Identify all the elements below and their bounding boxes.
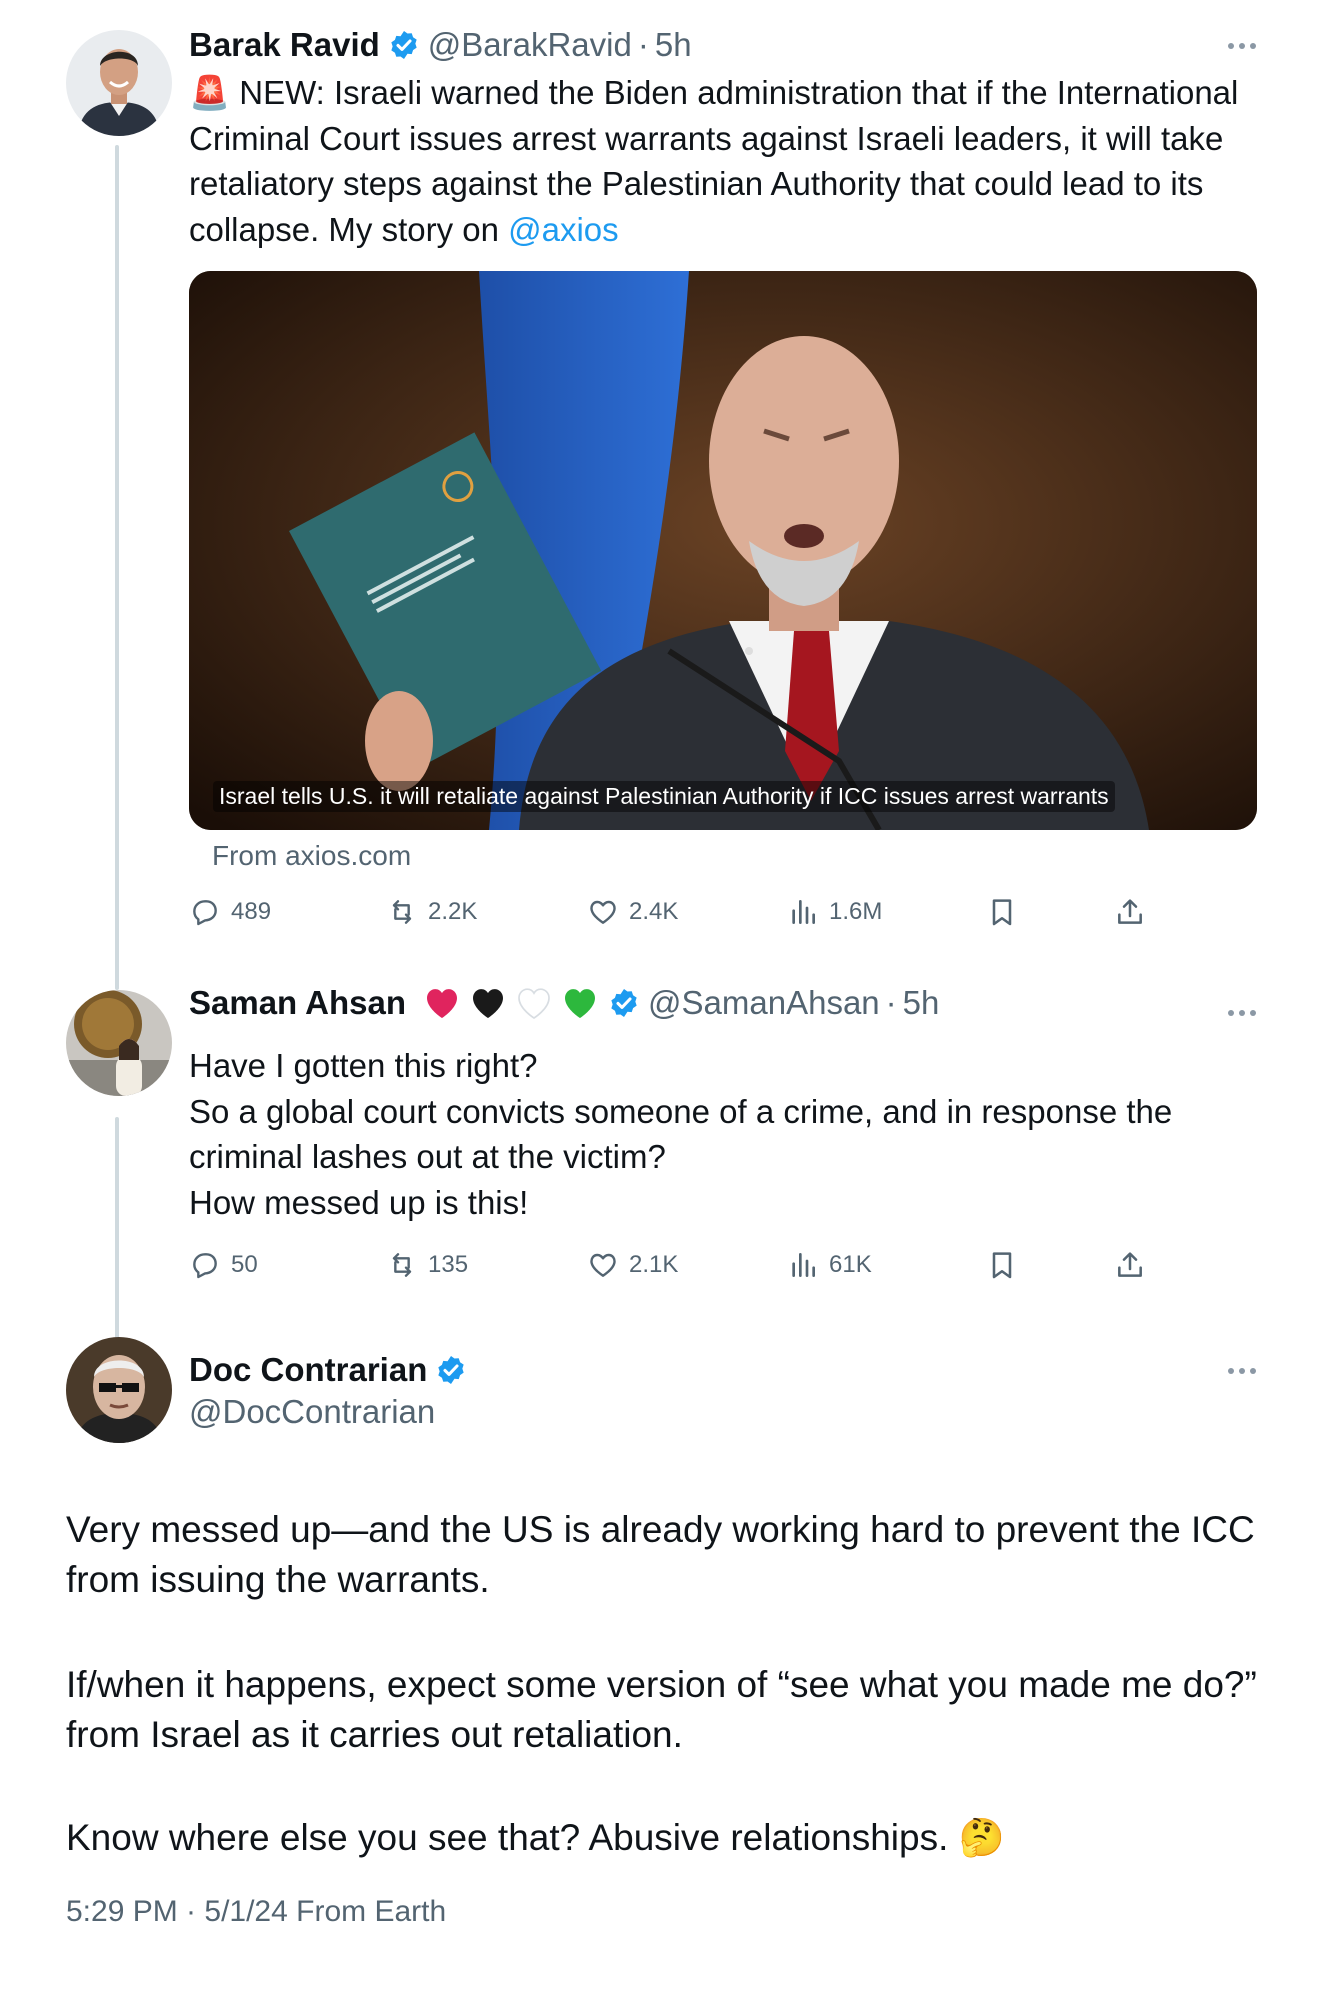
views-button[interactable]: 1.6M: [787, 896, 882, 928]
white-heart-icon: [518, 988, 550, 1019]
black-heart-icon: [473, 989, 504, 1018]
card-source[interactable]: From axios.com: [212, 840, 411, 872]
avatar[interactable]: [66, 1337, 172, 1443]
tweet-text: Have I gotten this right? So a global co…: [189, 1043, 1269, 1225]
share-button[interactable]: [1114, 896, 1146, 928]
author-handle[interactable]: @SamanAhsan: [648, 983, 880, 1023]
bookmark-button[interactable]: [986, 1249, 1018, 1281]
thread-connector: [115, 145, 119, 990]
link-card-image[interactable]: Israel tells U.S. it will retaliate agai…: [189, 271, 1257, 830]
tweet-header: Doc Contrarian: [189, 1350, 475, 1390]
verified-badge-icon: [608, 987, 640, 1019]
mention-link[interactable]: @axios: [508, 211, 619, 248]
tweet-time[interactable]: 5h: [903, 983, 940, 1023]
like-count: 2.1K: [629, 1251, 679, 1278]
tweet-text: 🚨 NEW: Israeli warned the Biden administ…: [189, 70, 1269, 252]
like-button[interactable]: 2.1K: [587, 1249, 678, 1281]
views-icon: [792, 900, 815, 924]
siren-emoji: 🚨: [189, 74, 231, 111]
tweet-timestamp[interactable]: 5:29 PM · 5/1/24 From Earth: [66, 1895, 446, 1929]
bookmark-icon: [992, 899, 1012, 926]
like-button[interactable]: 2.4K: [587, 896, 678, 928]
author-name[interactable]: Barak Ravid: [189, 25, 380, 65]
author-handle[interactable]: @DocContrarian: [189, 1392, 435, 1432]
author-handle[interactable]: @BarakRavid: [428, 25, 632, 65]
main-tweet-paragraph: If/when it happens, expect some version …: [66, 1664, 1257, 1755]
main-tweet-paragraph: Very messed up—and the US is already wor…: [66, 1509, 1255, 1600]
tweet-actions: 50 135 2.1K 61K: [189, 1249, 1189, 1289]
card-caption: Israel tells U.S. it will retaliate agai…: [213, 781, 1115, 812]
avatar[interactable]: [66, 990, 172, 1096]
share-button[interactable]: [1114, 1249, 1146, 1281]
verified-badge-icon: [388, 29, 420, 61]
reply-count: 489: [231, 898, 272, 925]
repost-button[interactable]: 2.2K: [386, 896, 477, 928]
thread-connector: [115, 1117, 119, 1345]
author-name[interactable]: Doc Contrarian: [189, 1350, 427, 1390]
bookmark-icon: [992, 1252, 1012, 1279]
verified-badge-icon: [435, 1354, 467, 1386]
more-options-icon[interactable]: [1228, 1010, 1256, 1016]
tweet-line: So a global court convicts someone of a …: [189, 1092, 1173, 1176]
tweet-thread: Barak Ravid @BarakRavid · 5h 🚨 NEW: Isra…: [0, 0, 1322, 1993]
more-options-icon[interactable]: [1228, 1368, 1256, 1374]
like-count: 2.4K: [629, 898, 679, 925]
red-heart-icon: [427, 989, 458, 1018]
card-photo: [189, 271, 1257, 830]
main-tweet-paragraph: Know where else you see that? Abusive re…: [66, 1817, 1005, 1858]
repost-count: 135: [428, 1251, 469, 1278]
repost-count: 2.2K: [428, 898, 478, 925]
tweet-header: Saman Ahsan @SamanAhsan · 5h: [189, 983, 939, 1023]
tweet-actions: 489 2.2K 2.4K 1.6M: [189, 896, 1189, 936]
repost-icon: [392, 1253, 412, 1277]
tweet-subheader: @DocContrarian: [189, 1392, 435, 1432]
tweet-line: Have I gotten this right?: [189, 1047, 538, 1084]
views-count: 1.6M: [829, 898, 883, 925]
tweet-body: NEW: Israeli warned the Biden administra…: [189, 74, 1239, 248]
reply-count: 50: [231, 1251, 258, 1278]
tweet-header: Barak Ravid @BarakRavid · 5h: [189, 25, 692, 65]
repost-icon: [392, 900, 412, 924]
heart-emojis: [416, 983, 600, 1023]
separator-dot: ·: [637, 26, 649, 63]
like-icon: [590, 900, 616, 924]
views-count: 61K: [829, 1251, 872, 1278]
reply-icon: [193, 1253, 217, 1279]
reply-button[interactable]: 489: [189, 896, 271, 928]
tweet-time[interactable]: 5h: [655, 25, 692, 65]
like-icon: [590, 1253, 616, 1277]
separator-dot: ·: [885, 984, 897, 1021]
more-options-icon[interactable]: [1228, 43, 1256, 49]
green-heart-icon: [565, 989, 596, 1018]
author-name[interactable]: Saman Ahsan: [189, 983, 406, 1023]
reply-icon: [193, 900, 217, 926]
share-icon: [1118, 1252, 1142, 1277]
avatar[interactable]: [66, 30, 172, 136]
repost-button[interactable]: 135: [386, 1249, 468, 1281]
share-icon: [1118, 899, 1142, 924]
views-icon: [792, 1253, 815, 1277]
tweet-line: How messed up is this!: [189, 1183, 529, 1221]
bookmark-button[interactable]: [986, 896, 1018, 928]
views-button[interactable]: 61K: [787, 1249, 872, 1281]
reply-button[interactable]: 50: [189, 1249, 258, 1281]
